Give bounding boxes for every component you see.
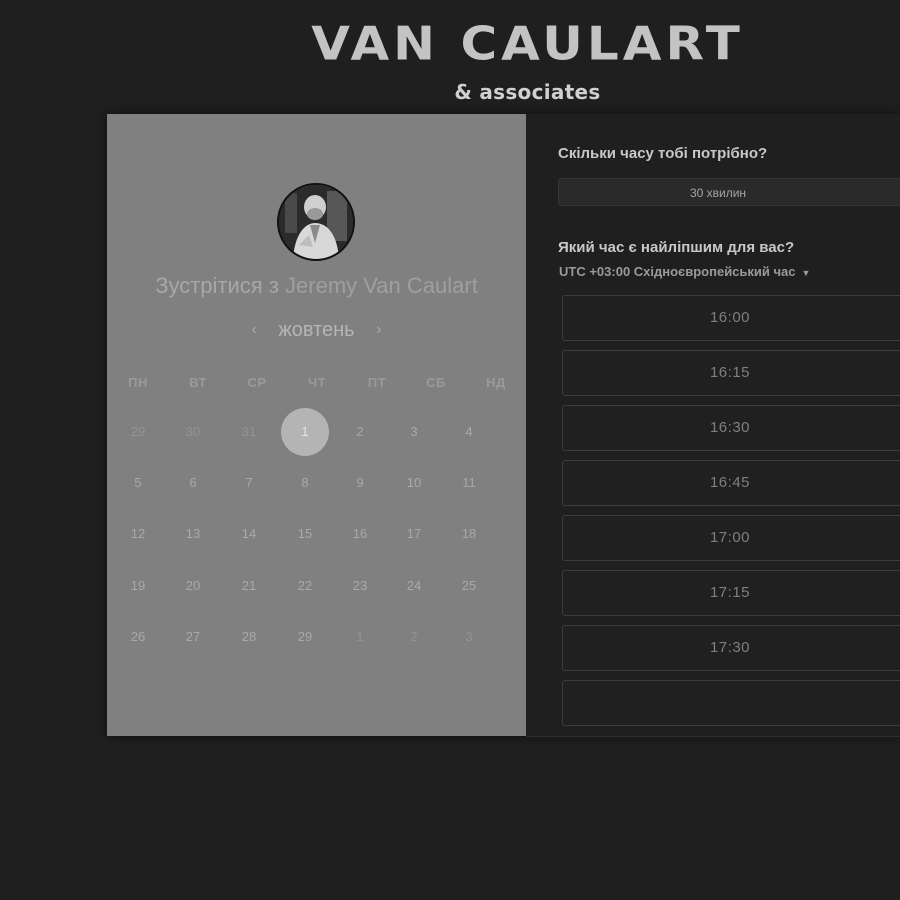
weekday-label: ЧТ bbox=[307, 375, 327, 390]
time-selection-panel: Скільки часу тобі потрібно? 30 хвилин Як… bbox=[526, 114, 900, 737]
time-slot-button[interactable]: 16:15 bbox=[562, 350, 900, 396]
time-slot-button[interactable]: 16:30 bbox=[562, 405, 900, 451]
calendar-day[interactable]: 2 bbox=[336, 408, 384, 456]
weekday-label: ВТ bbox=[189, 375, 207, 390]
brand-tagline: & associates bbox=[454, 80, 601, 104]
calendar-day[interactable]: 17 bbox=[390, 510, 438, 558]
duration-question: Скільки часу тобі потрібно? bbox=[558, 145, 768, 162]
month-label: жовтень bbox=[278, 319, 355, 341]
calendar-day[interactable]: 24 bbox=[390, 562, 438, 610]
calendar-day-outside: 30 bbox=[185, 424, 201, 439]
weekday-label: ПТ bbox=[367, 375, 387, 390]
time-slot-button[interactable]: 17:30 bbox=[562, 625, 900, 671]
calendar-panel: Зустрітися з Jeremy Van Caulart ‹ жовтен… bbox=[107, 114, 526, 736]
weekday-label: НД bbox=[486, 375, 506, 390]
brand-logo: VAN CAULART bbox=[311, 17, 744, 71]
calendar-day[interactable]: 22 bbox=[281, 562, 329, 610]
calendar-day[interactable]: 6 bbox=[169, 459, 217, 507]
calendar-day[interactable]: 8 bbox=[281, 459, 329, 507]
timezone-label: UTC +03:00 Східноєвропейський час bbox=[559, 264, 796, 279]
weekday-label: СР bbox=[247, 375, 267, 390]
calendar-day[interactable]: 26 bbox=[114, 613, 162, 661]
booking-card: Зустрітися з Jeremy Van Caulart ‹ жовтен… bbox=[107, 114, 900, 737]
calendar-day-outside: 31 bbox=[241, 424, 257, 439]
calendar-day[interactable]: 9 bbox=[336, 459, 384, 507]
host-avatar bbox=[277, 183, 355, 261]
weekday-header: ПН ВТ СР ЧТ ПТ СБ НД bbox=[107, 375, 526, 391]
time-slot-button[interactable]: 17:15 bbox=[562, 570, 900, 616]
time-slot-button[interactable]: 17:00 bbox=[562, 515, 900, 561]
calendar-day-outside: 2 bbox=[410, 629, 418, 644]
calendar-day[interactable]: 1 bbox=[281, 408, 329, 456]
calendar-day[interactable]: 3 bbox=[390, 408, 438, 456]
calendar-day[interactable]: 18 bbox=[445, 510, 493, 558]
calendar-day-outside: 1 bbox=[356, 629, 364, 644]
calendar-day-outside: 3 bbox=[465, 629, 473, 644]
calendar-day[interactable]: 5 bbox=[114, 459, 162, 507]
calendar-day[interactable]: 29 bbox=[281, 613, 329, 661]
calendar-day[interactable]: 12 bbox=[114, 510, 162, 558]
caret-down-icon: ▼ bbox=[801, 267, 811, 278]
time-slot-button[interactable]: 16:00 bbox=[562, 295, 900, 341]
weekday-label: СБ bbox=[426, 375, 446, 390]
host-name: Jeremy Van Caulart bbox=[285, 273, 478, 298]
timezone-select[interactable]: UTC +03:00 Східноєвропейський час ▼ bbox=[559, 264, 810, 279]
calendar-day[interactable]: 19 bbox=[114, 562, 162, 610]
calendar-day[interactable]: 7 bbox=[225, 459, 273, 507]
calendar-day[interactable]: 4 bbox=[445, 408, 493, 456]
calendar-day[interactable]: 13 bbox=[169, 510, 217, 558]
time-question: Який час є найліпшим для вас? bbox=[558, 239, 795, 256]
host-photo-icon bbox=[279, 185, 353, 259]
calendar-day[interactable]: 27 bbox=[169, 613, 217, 661]
duration-button[interactable]: 30 хвилин bbox=[558, 178, 900, 206]
calendar-day[interactable]: 20 bbox=[169, 562, 217, 610]
time-slot-button[interactable] bbox=[562, 680, 900, 726]
calendar-day[interactable]: 21 bbox=[225, 562, 273, 610]
calendar-day[interactable]: 10 bbox=[390, 459, 438, 507]
weekday-label: ПН bbox=[128, 375, 148, 390]
meeting-title-prefix: Зустрітися з bbox=[155, 273, 279, 298]
calendar-day[interactable]: 16 bbox=[336, 510, 384, 558]
calendar-day[interactable]: 14 bbox=[225, 510, 273, 558]
calendar-day[interactable]: 28 bbox=[225, 613, 273, 661]
calendar-day[interactable]: 25 bbox=[445, 562, 493, 610]
calendar-day[interactable]: 15 bbox=[281, 510, 329, 558]
calendar-day-outside: 29 bbox=[130, 424, 146, 439]
calendar-day[interactable]: 23 bbox=[336, 562, 384, 610]
time-slot-button[interactable]: 16:45 bbox=[562, 460, 900, 506]
calendar-day[interactable]: 11 bbox=[445, 459, 493, 507]
chevron-right-icon[interactable]: › bbox=[368, 317, 389, 343]
chevron-left-icon[interactable]: ‹ bbox=[244, 317, 265, 343]
meeting-title: Зустрітися з Jeremy Van Caulart bbox=[107, 272, 526, 300]
month-navigation: ‹ жовтень › bbox=[107, 317, 526, 343]
